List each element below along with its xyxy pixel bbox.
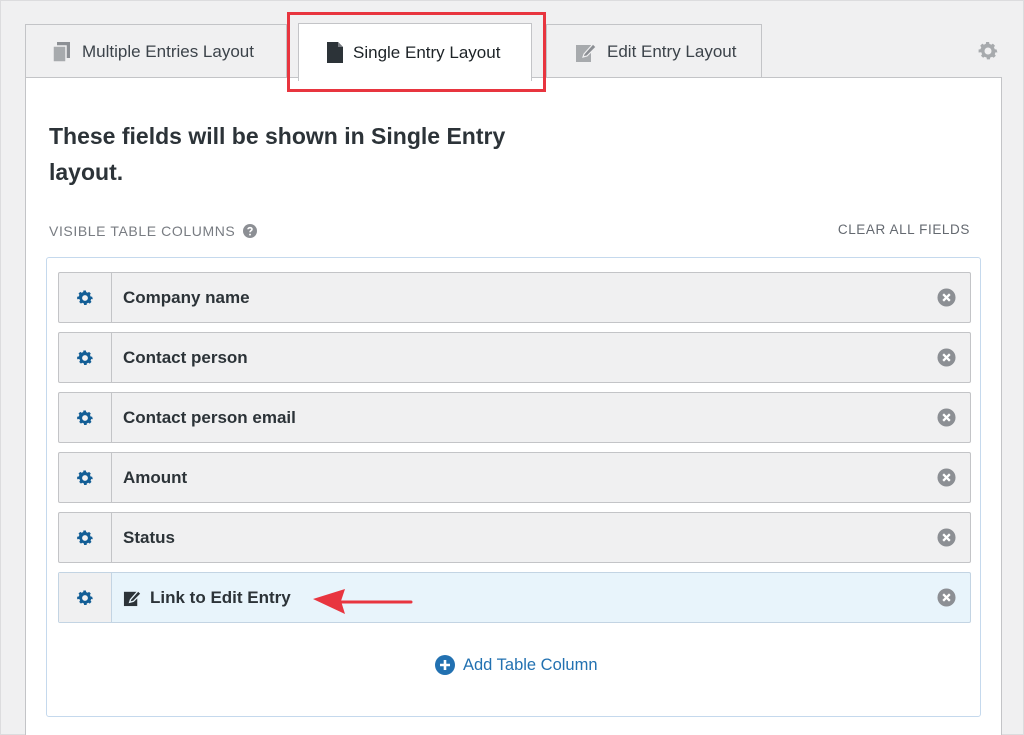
field-row-company-name[interactable]: Company name <box>58 272 971 323</box>
remove-field-icon[interactable] <box>922 588 970 607</box>
tab-multiple-entries-layout[interactable]: Multiple Entries Layout <box>25 24 287 78</box>
window-frame: Multiple Entries Layout Single Entry Lay… <box>0 0 1024 735</box>
edit-document-icon <box>575 41 597 63</box>
field-row-link-to-edit-entry[interactable]: Link to Edit Entry <box>58 572 971 623</box>
layout-panel: These fields will be shown in Single Ent… <box>25 77 1002 735</box>
field-label: Company name <box>123 287 250 307</box>
field-settings-gear-icon[interactable] <box>59 333 112 382</box>
tab-edit-entry-layout[interactable]: Edit Entry Layout <box>546 24 762 78</box>
remove-field-icon[interactable] <box>922 408 970 427</box>
tab-single-entry-layout[interactable]: Single Entry Layout <box>298 23 532 81</box>
field-row-amount[interactable]: Amount <box>58 452 971 503</box>
field-row-status[interactable]: Status <box>58 512 971 563</box>
field-label: Status <box>123 527 175 547</box>
field-label: Link to Edit Entry <box>150 587 291 607</box>
field-row-contact-person[interactable]: Contact person <box>58 332 971 383</box>
fields-container: Company name Contact person Contact pers… <box>46 257 981 717</box>
plus-circle-icon <box>435 655 455 675</box>
remove-field-icon[interactable] <box>922 288 970 307</box>
page-title: These fields will be shown in Single Ent… <box>49 123 506 185</box>
tab-label: Edit Entry Layout <box>607 41 737 61</box>
documents-icon <box>52 41 72 63</box>
settings-gear-icon[interactable] <box>976 39 1000 68</box>
section-label: VISIBLE TABLE COLUMNS <box>49 223 258 239</box>
field-settings-gear-icon[interactable] <box>59 453 112 502</box>
add-table-column-label: Add Table Column <box>463 655 598 674</box>
field-row-contact-person-email[interactable]: Contact person email <box>58 392 971 443</box>
remove-field-icon[interactable] <box>922 528 970 547</box>
field-label: Contact person <box>123 347 248 367</box>
add-table-column-button[interactable]: Add Table Column <box>435 655 598 675</box>
field-label-with-icon: Link to Edit Entry <box>112 588 922 608</box>
help-icon[interactable] <box>243 224 258 238</box>
field-settings-gear-icon[interactable] <box>59 513 112 562</box>
field-label: Amount <box>123 467 188 487</box>
section-label-text: VISIBLE TABLE COLUMNS <box>49 223 236 239</box>
field-label: Contact person email <box>123 407 296 427</box>
field-settings-gear-icon[interactable] <box>59 573 112 622</box>
remove-field-icon[interactable] <box>922 348 970 367</box>
field-settings-gear-icon[interactable] <box>59 273 112 322</box>
edit-icon <box>123 588 142 607</box>
tab-label: Multiple Entries Layout <box>82 41 254 61</box>
tab-label: Single Entry Layout <box>353 42 501 62</box>
clear-all-fields-link[interactable]: CLEAR ALL FIELDS <box>838 222 970 237</box>
remove-field-icon[interactable] <box>922 468 970 487</box>
red-arrow-annotation <box>313 589 413 614</box>
field-settings-gear-icon[interactable] <box>59 393 112 442</box>
document-icon <box>327 42 343 63</box>
